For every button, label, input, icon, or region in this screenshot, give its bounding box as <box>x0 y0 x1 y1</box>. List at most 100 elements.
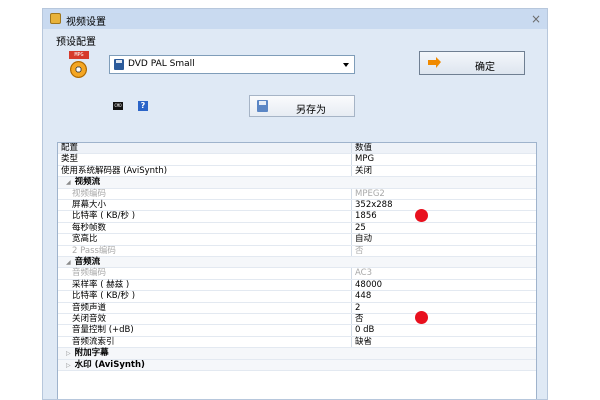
arrow-right-icon <box>428 57 441 68</box>
property-name-text: 采样率 ( 赫兹 ) <box>72 279 130 290</box>
property-name-text: 每秒帧数 <box>72 222 107 233</box>
property-name: ◢ 音频流 <box>66 257 100 268</box>
property-value[interactable] <box>351 348 354 358</box>
property-grid[interactable]: 配置 数值 类型 MPG 使用系统解码器 (AviSynth) 关闭 ◢ 视频流 视频编码 M… <box>57 142 537 399</box>
property-value: 否 <box>351 245 364 256</box>
property-row[interactable]: 类型 MPG <box>58 154 536 166</box>
command-line-icon[interactable]: CMD <box>113 102 123 110</box>
property-name: ▷ 水印 (AviSynth) <box>66 360 145 371</box>
ok-button[interactable]: 确定 <box>419 51 525 75</box>
red-marker-dot <box>415 209 428 222</box>
property-row[interactable]: 比特率 ( KB/秒 ) 448 <box>58 291 536 303</box>
expand-open-icon[interactable]: ◢ <box>66 179 71 186</box>
property-row[interactable]: 音频编码 AC3 <box>58 268 536 280</box>
property-name: 每秒帧数 <box>72 223 106 234</box>
property-name-text: 2 Pass编码 <box>72 245 116 256</box>
property-value[interactable]: 缺省 <box>351 336 372 348</box>
property-value[interactable]: MPG <box>351 154 374 165</box>
property-row[interactable]: 每秒帧数 25 <box>58 222 536 235</box>
property-name-text: 屏幕大小 <box>72 200 107 210</box>
property-name: 使用系统解码器 (AviSynth) <box>61 166 167 177</box>
property-name: 音频流索引 <box>72 337 115 348</box>
property-value[interactable]: 2 <box>351 302 360 313</box>
property-name-text: 类型 <box>61 154 79 165</box>
grid-header: 配置 数值 <box>58 143 536 155</box>
property-name-text: 宽高比 <box>72 234 98 245</box>
preset-group-title: 预设配置 <box>56 37 96 48</box>
property-value[interactable]: 48000 <box>351 279 382 291</box>
property-name-text: 音量控制 (+dB) <box>72 325 134 336</box>
property-value[interactable] <box>351 257 354 267</box>
property-name: 音频声道 <box>72 303 106 314</box>
window-title: 视频设置 <box>66 17 106 28</box>
property-value[interactable]: 1856 <box>351 211 377 222</box>
property-name: 音频编码 <box>72 268 106 279</box>
save-as-button[interactable]: 另存为 <box>249 95 355 117</box>
property-name-text: 水印 (AviSynth) <box>74 359 145 370</box>
category-row[interactable]: ◢ 音频流 <box>58 257 536 269</box>
property-row[interactable]: 音量控制 (+dB) 0 dB <box>58 325 536 337</box>
disc-icon <box>70 61 87 78</box>
property-value: AC3 <box>351 268 372 279</box>
property-name-text: 音频编码 <box>72 268 107 279</box>
property-value[interactable]: 0 dB <box>351 325 374 336</box>
property-name-text: 附加字幕 <box>74 348 109 359</box>
property-row[interactable]: 关闭音效 否 <box>58 314 536 326</box>
floppy-icon <box>114 59 124 70</box>
property-name: 采样率 ( 赫兹 ) <box>72 280 129 291</box>
property-row[interactable]: 比特率 ( KB/秒 ) 1856 <box>58 211 536 223</box>
property-name-text: 比特率 ( KB/秒 ) <box>72 291 136 302</box>
property-name: 比特率 ( KB/秒 ) <box>72 291 135 302</box>
property-name: ▷ 附加字幕 <box>66 348 109 359</box>
property-row[interactable]: 使用系统解码器 (AviSynth) 关闭 <box>58 165 536 178</box>
property-row[interactable]: 屏幕大小 352x288 <box>58 200 536 212</box>
property-value[interactable]: 否 <box>351 314 364 325</box>
property-value[interactable]: 352x288 <box>351 200 392 211</box>
save-as-label: 另存为 <box>296 105 326 116</box>
property-name: 比特率 ( KB/秒 ) <box>72 211 135 222</box>
mpg-preset-icon: MPG <box>69 51 89 81</box>
property-value[interactable]: 关闭 <box>351 165 372 177</box>
property-name-text: 视频编码 <box>72 188 107 199</box>
property-name-text: 音频流索引 <box>72 336 115 347</box>
help-icon[interactable]: ? <box>138 101 148 111</box>
category-row[interactable]: ◢ 视频流 <box>58 177 536 189</box>
property-row[interactable]: 视频编码 MPEG2 <box>58 188 536 200</box>
property-name-text: 视频流 <box>74 177 101 188</box>
property-value[interactable]: 448 <box>351 291 371 302</box>
header-value: 数值 <box>351 143 372 154</box>
property-name-text: 关闭音效 <box>72 314 107 324</box>
property-name-text: 音频声道 <box>72 302 107 313</box>
property-row[interactable]: 2 Pass编码 否 <box>58 245 536 257</box>
category-row[interactable]: ▷ 附加字幕 <box>58 348 536 360</box>
property-value[interactable] <box>351 177 354 187</box>
expand-closed-icon[interactable]: ▷ <box>66 350 71 357</box>
expand-closed-icon[interactable]: ▷ <box>66 362 71 369</box>
category-row[interactable]: ▷ 水印 (AviSynth) <box>58 359 536 371</box>
property-name-text: 比特率 ( KB/秒 ) <box>72 211 136 222</box>
property-row[interactable]: 音频声道 2 <box>58 302 536 314</box>
property-name: 2 Pass编码 <box>72 246 116 257</box>
property-row[interactable]: 采样率 ( 赫兹 ) 48000 <box>58 279 536 292</box>
property-value[interactable]: 25 <box>351 222 366 234</box>
property-value[interactable] <box>351 360 354 370</box>
property-name-text: 音频流 <box>74 257 101 267</box>
property-name: 音量控制 (+dB) <box>72 325 134 336</box>
chevron-down-icon <box>343 63 349 67</box>
preset-dropdown[interactable]: DVD PAL Small <box>109 55 355 74</box>
ok-button-label: 确定 <box>475 62 495 73</box>
property-name: ◢ 视频流 <box>66 177 100 188</box>
property-row[interactable]: 宽高比 自动 <box>58 234 536 246</box>
header-config: 配置 <box>61 143 79 153</box>
app-icon <box>50 13 61 24</box>
close-icon[interactable]: × <box>531 12 541 26</box>
expand-open-icon[interactable]: ◢ <box>66 259 71 266</box>
property-name: 关闭音效 <box>72 314 106 325</box>
property-name: 视频编码 <box>72 189 106 200</box>
property-row[interactable]: 音频流索引 缺省 <box>58 336 536 349</box>
red-marker-dot <box>415 311 428 324</box>
video-settings-window: 视频设置 × 预设配置 MPG DVD PAL Small 确定 CMD ? 另… <box>42 8 548 400</box>
mpg-tag: MPG <box>69 51 89 59</box>
property-name: 宽高比 <box>72 234 98 245</box>
property-value[interactable]: 自动 <box>351 234 372 245</box>
